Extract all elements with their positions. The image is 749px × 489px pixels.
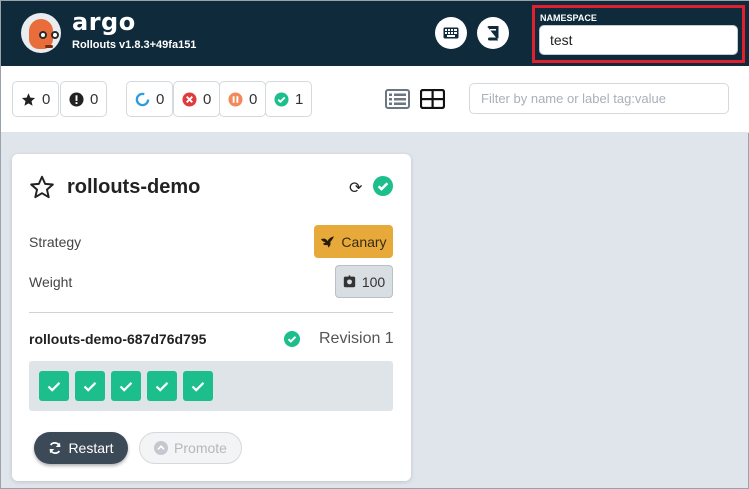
warnings-count: 0: [90, 90, 99, 108]
version-label: Rollouts v1.8.3+49fa151: [72, 39, 197, 51]
pod-healthy[interactable]: [111, 371, 141, 401]
check-icon: [47, 382, 61, 392]
warnings-filter-button[interactable]: 0: [60, 81, 108, 117]
pod-healthy[interactable]: [147, 371, 177, 401]
list-view-icon: [385, 89, 410, 109]
star-filled-icon: [21, 92, 36, 106]
top-header: argo Rollouts v1.8.3+49fa151 NAMESPACE: [1, 1, 749, 66]
check-icon: [119, 382, 133, 392]
filter-bar: 0 0 0 0 0 1: [1, 66, 749, 133]
progressing-count: 0: [156, 90, 165, 108]
promote-button[interactable]: Promote: [139, 432, 242, 464]
favorites-count: 0: [42, 90, 51, 108]
grid-view-button[interactable]: [419, 88, 446, 114]
degraded-count: 0: [203, 90, 212, 108]
argo-logo: [21, 13, 61, 53]
paused-icon: [228, 91, 243, 107]
grid-view-icon: [419, 88, 446, 110]
brand-name: argo: [72, 8, 136, 36]
paused-count: 0: [249, 90, 258, 108]
weight-label: Weight: [29, 274, 73, 290]
degraded-filter-button[interactable]: 0: [173, 81, 221, 117]
book-icon: [487, 25, 499, 40]
chevron-up-circle-icon: [154, 441, 169, 455]
healthy-filter-button[interactable]: 1: [265, 81, 313, 117]
restart-button[interactable]: Restart: [34, 432, 128, 464]
weight-badge: 100: [335, 265, 393, 298]
keyboard-shortcuts-button[interactable]: [435, 17, 467, 49]
progressing-circle-icon: [135, 92, 150, 106]
pod-healthy[interactable]: [39, 371, 69, 401]
rollout-title[interactable]: rollouts-demo: [67, 176, 200, 199]
progressing-filter-button[interactable]: 0: [126, 81, 174, 117]
check-icon: [191, 382, 205, 392]
exclamation-circle-icon: [69, 91, 84, 107]
favorites-filter-button[interactable]: 0: [12, 81, 60, 117]
check-icon: [83, 382, 97, 392]
keyboard-icon: [443, 27, 459, 39]
replicaset-healthy-icon: [284, 331, 300, 352]
card-divider: [29, 312, 393, 313]
check-icon: [155, 382, 169, 392]
list-view-button[interactable]: [385, 89, 410, 114]
strategy-value: Canary: [341, 233, 387, 250]
namespace-input[interactable]: [539, 25, 738, 55]
strategy-badge: Canary: [314, 225, 393, 258]
namespace-selector: NAMESPACE: [532, 5, 745, 63]
rollout-card[interactable]: rollouts-demo ⟳ Strategy Canary Weight 1…: [12, 154, 411, 481]
pod-healthy[interactable]: [75, 371, 105, 401]
restart-label: Restart: [68, 440, 114, 456]
healthy-count: 1: [295, 90, 304, 108]
promote-label: Promote: [174, 440, 227, 456]
namespace-label: NAMESPACE: [540, 13, 597, 23]
rollout-status-healthy-icon: [373, 176, 393, 201]
strategy-label: Strategy: [29, 234, 82, 250]
degraded-x-icon: [182, 91, 197, 107]
documentation-button[interactable]: [477, 17, 509, 49]
healthy-check-icon: [274, 91, 289, 107]
revision-label: Revision 1: [319, 330, 394, 347]
rollout-filter-input[interactable]: [469, 83, 729, 114]
star-outline-icon: [30, 175, 54, 199]
weight-icon: [343, 275, 355, 288]
pod-healthy[interactable]: [183, 371, 213, 401]
refresh-icon: ⟳: [349, 180, 363, 197]
favorite-toggle[interactable]: [29, 174, 55, 205]
weight-value: 100: [361, 273, 386, 290]
pods-container: [29, 361, 393, 411]
replicaset-name: rollouts-demo-687d76d795: [29, 331, 207, 347]
canary-bird-icon: [321, 235, 335, 248]
sync-icon: [49, 442, 62, 454]
paused-filter-button[interactable]: 0: [219, 81, 267, 117]
